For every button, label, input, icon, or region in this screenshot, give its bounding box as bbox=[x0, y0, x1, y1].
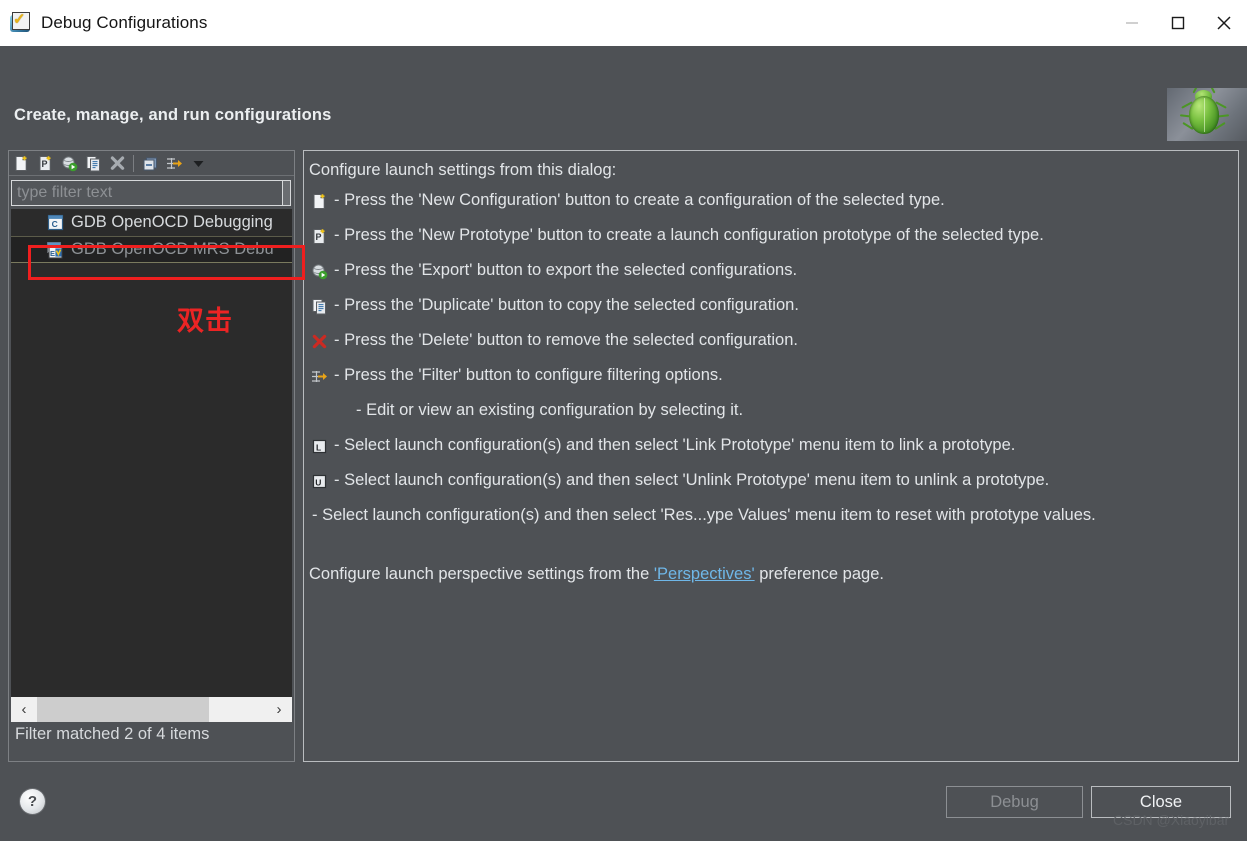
watermark: CSDN @Xiaoyibar bbox=[1113, 812, 1230, 828]
window-title: Debug Configurations bbox=[41, 13, 208, 32]
footer-text-after: preference page. bbox=[754, 565, 884, 583]
filter-field-cap bbox=[283, 180, 291, 206]
info-heading: Configure launch settings from this dial… bbox=[309, 161, 617, 179]
delete-icon bbox=[308, 330, 330, 352]
info-row-text: - Press the 'Delete' button to remove th… bbox=[334, 331, 798, 349]
svg-text:P: P bbox=[41, 159, 47, 169]
configurations-toolbar: P bbox=[9, 151, 294, 176]
tree-item-gdb-openocd-debugging[interactable]: C GDB OpenOCD Debugging bbox=[11, 209, 292, 236]
new-configuration-button[interactable] bbox=[9, 152, 33, 175]
scroll-thumb[interactable] bbox=[37, 697, 209, 722]
info-row-text: - Press the 'Filter' button to configure… bbox=[334, 366, 723, 384]
toolbar-separator bbox=[133, 154, 134, 172]
svg-text:U: U bbox=[315, 477, 321, 487]
svg-text:E: E bbox=[50, 249, 55, 258]
export-icon bbox=[308, 260, 330, 282]
dialog-header: Create, manage, and run configurations bbox=[0, 46, 1247, 144]
filter-status-text: Filter matched 2 of 4 items bbox=[15, 725, 210, 743]
info-row-text: - Press the 'Duplicate' button to copy t… bbox=[334, 296, 799, 314]
info-row-text: - Select launch configuration(s) and the… bbox=[312, 506, 1096, 524]
filter-field-wrapper bbox=[11, 180, 291, 206]
info-row-text: - Press the 'New Prototype' button to cr… bbox=[334, 226, 1044, 244]
c-config-icon: C bbox=[47, 214, 64, 231]
info-row: - Press the 'Duplicate' button to copy t… bbox=[308, 294, 1232, 329]
maximize-button[interactable] bbox=[1155, 0, 1201, 46]
filter-icon[interactable] bbox=[162, 152, 186, 175]
info-row: - Press the 'New Configuration' button t… bbox=[308, 189, 1232, 224]
configurations-tree[interactable]: C GDB OpenOCD Debugging E GDB OpenOCD MR… bbox=[11, 209, 292, 697]
info-row: - Press the 'Delete' button to remove th… bbox=[308, 329, 1232, 364]
info-pane: Configure launch settings from this dial… bbox=[303, 150, 1239, 762]
info-row: - Select launch configuration(s) and the… bbox=[308, 504, 1232, 539]
duplicate-icon bbox=[308, 295, 330, 317]
footer-text-before: Configure launch perspective settings fr… bbox=[309, 565, 654, 583]
svg-text:C: C bbox=[52, 219, 58, 229]
unlink-prototype-icon: U bbox=[308, 470, 330, 492]
scroll-right-arrow[interactable]: › bbox=[266, 697, 292, 722]
perspectives-link[interactable]: 'Perspectives' bbox=[654, 565, 755, 583]
tree-item-label: GDB OpenOCD MRS Debu bbox=[71, 240, 274, 258]
svg-text:P: P bbox=[315, 232, 321, 242]
info-row-text: - Select launch configuration(s) and the… bbox=[334, 436, 1016, 454]
new-config-icon bbox=[308, 190, 330, 212]
svg-text:L: L bbox=[316, 442, 321, 452]
tree-item-gdb-openocd-mrs-debugging[interactable]: E GDB OpenOCD MRS Debu bbox=[11, 236, 292, 263]
help-button[interactable]: ? bbox=[20, 789, 45, 814]
tree-horizontal-scrollbar[interactable]: ‹ › bbox=[11, 697, 292, 722]
perspectives-footer: Configure launch perspective settings fr… bbox=[308, 565, 1232, 584]
duplicate-button[interactable] bbox=[81, 152, 105, 175]
export-button[interactable] bbox=[57, 152, 81, 175]
info-row-text: - Press the 'New Configuration' button t… bbox=[334, 191, 945, 209]
info-row-text: - Press the 'Export' button to export th… bbox=[334, 261, 798, 279]
new-prototype-button[interactable]: P bbox=[33, 152, 57, 175]
info-row: - Edit or view an existing configuration… bbox=[308, 399, 1232, 434]
close-button[interactable] bbox=[1201, 0, 1247, 46]
filter-icon bbox=[308, 365, 330, 387]
chevron-down-icon[interactable] bbox=[186, 152, 210, 175]
info-list: Configure launch settings from this dial… bbox=[308, 161, 1232, 584]
annotation-double-click-text: 双击 bbox=[177, 306, 233, 337]
info-row: P - Press the 'New Prototype' button to … bbox=[308, 224, 1232, 259]
collapse-all-button[interactable] bbox=[138, 152, 162, 175]
info-row: - Press the 'Export' button to export th… bbox=[308, 259, 1232, 294]
info-row: L - Select launch configuration(s) and t… bbox=[308, 434, 1232, 469]
info-row: - Press the 'Filter' button to configure… bbox=[308, 364, 1232, 399]
info-row-text: - Edit or view an existing configuration… bbox=[356, 401, 744, 419]
debug-button[interactable]: Debug bbox=[946, 786, 1083, 818]
info-row: U - Select launch configuration(s) and t… bbox=[308, 469, 1232, 504]
window-controls bbox=[1109, 0, 1247, 46]
configurations-pane: P type filter text C GDB OpenOCD Debuggi… bbox=[8, 150, 295, 762]
launch-config-icon: ✓ bbox=[10, 12, 32, 34]
minimize-button[interactable] bbox=[1109, 0, 1155, 46]
delete-button[interactable] bbox=[105, 152, 129, 175]
page-title: Create, manage, and run configurations bbox=[14, 106, 332, 124]
info-row-text: - Select launch configuration(s) and the… bbox=[334, 471, 1050, 489]
search-input[interactable] bbox=[11, 180, 283, 206]
mrs-config-icon: E bbox=[47, 242, 64, 259]
new-prototype-icon: P bbox=[308, 225, 330, 247]
scroll-left-arrow[interactable]: ‹ bbox=[11, 697, 37, 722]
tree-item-label: GDB OpenOCD Debugging bbox=[71, 213, 273, 231]
link-prototype-icon: L bbox=[308, 435, 330, 457]
scroll-track[interactable] bbox=[37, 697, 266, 722]
window-title-bar: ✓ Debug Configurations bbox=[0, 0, 1247, 46]
bug-icon bbox=[1167, 88, 1247, 144]
dialog-body: P type filter text C GDB OpenOCD Debuggi… bbox=[0, 141, 1247, 841]
